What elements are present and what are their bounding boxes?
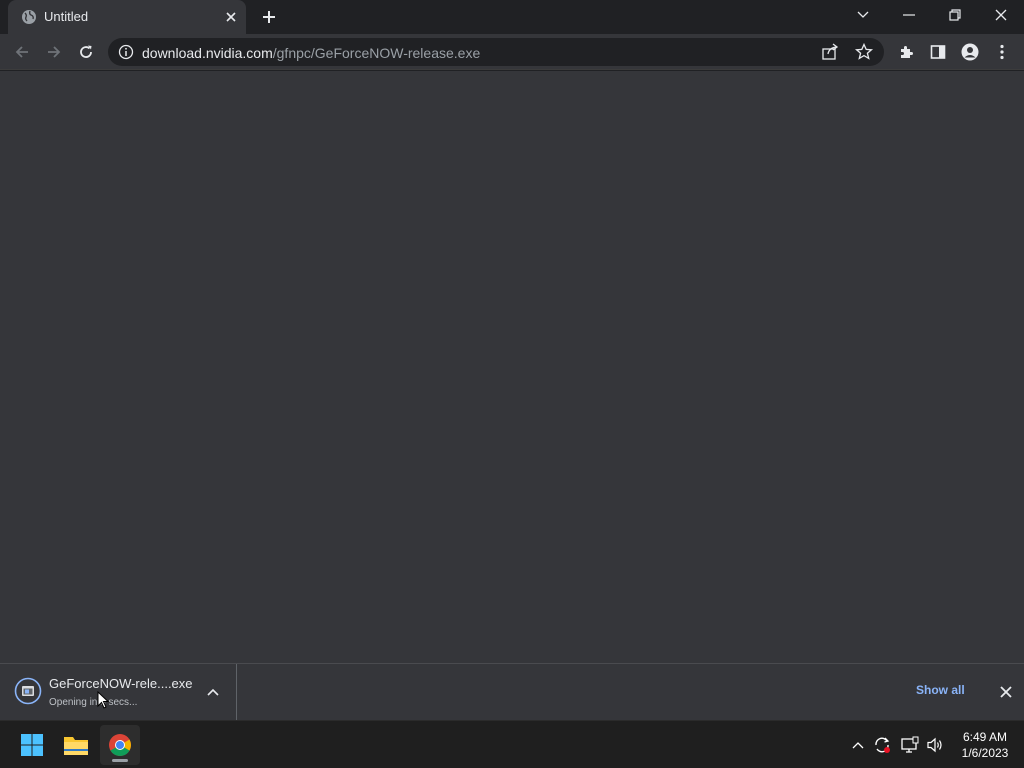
back-icon[interactable] [8,38,36,66]
chevron-down-icon[interactable] [840,0,886,30]
download-file-name: GeForceNOW-rele....exe [49,676,193,691]
close-tab-icon[interactable] [222,8,240,26]
reload-icon[interactable] [72,38,100,66]
new-tab-button[interactable] [258,6,280,28]
chevron-up-icon[interactable] [203,682,223,702]
taskbar: 6:49 AM 1/6/2023 [0,720,1024,768]
address-bar[interactable]: download.nvidia.com/gfnpc/GeForceNOW-rel… [108,38,884,66]
globe-icon [21,9,37,25]
chrome-icon[interactable] [100,725,140,765]
tab-title: Untitled [44,9,89,24]
download-shelf: GeForceNOW-rele....exe Opening in 3 secs… [0,663,1024,720]
close-shelf-icon[interactable] [996,682,1016,702]
extensions-puzzle-icon[interactable] [892,38,920,66]
download-status: Opening in 3 secs... [49,697,138,708]
installer-file-icon [14,677,42,705]
profile-avatar-icon[interactable] [956,38,984,66]
file-explorer-icon[interactable] [56,725,96,765]
active-app-indicator [112,759,128,762]
restore-icon[interactable] [932,0,978,30]
browser-window: Untitled download.nvidia.com/gfnpc/GeFor… [0,0,1024,768]
url-text: download.nvidia.com/gfnpc/GeForceNOW-rel… [142,45,480,61]
download-item[interactable]: GeForceNOW-rele....exe Opening in 3 secs… [0,664,237,720]
tab-untitled[interactable]: Untitled [8,0,246,34]
start-icon[interactable] [12,725,52,765]
url-host: download.nvidia.com [142,45,273,61]
share-icon[interactable] [820,42,840,62]
site-info-icon[interactable] [118,44,134,60]
minimize-icon[interactable] [886,0,932,30]
tab-strip: Untitled [0,0,1024,34]
show-all-link[interactable]: Show all [916,683,965,697]
close-icon[interactable] [978,0,1024,30]
network-icon[interactable] [900,735,920,755]
sync-icon[interactable] [872,735,892,755]
toolbar: download.nvidia.com/gfnpc/GeForceNOW-rel… [0,34,1024,70]
volume-icon[interactable] [925,735,945,755]
bookmark-star-icon[interactable] [854,42,874,62]
url-path: /gfnpc/GeForceNOW-release.exe [272,45,481,61]
menu-kebab-icon[interactable] [988,38,1016,66]
forward-icon[interactable] [40,38,68,66]
system-clock[interactable]: 6:49 AM 1/6/2023 [950,729,1020,761]
clock-date: 1/6/2023 [961,746,1009,760]
side-panel-icon[interactable] [924,38,952,66]
page-content [0,71,1024,663]
clock-time: 6:49 AM [962,730,1008,744]
tray-chevron-up-icon[interactable] [848,735,868,755]
mouse-pointer-icon [97,690,110,709]
